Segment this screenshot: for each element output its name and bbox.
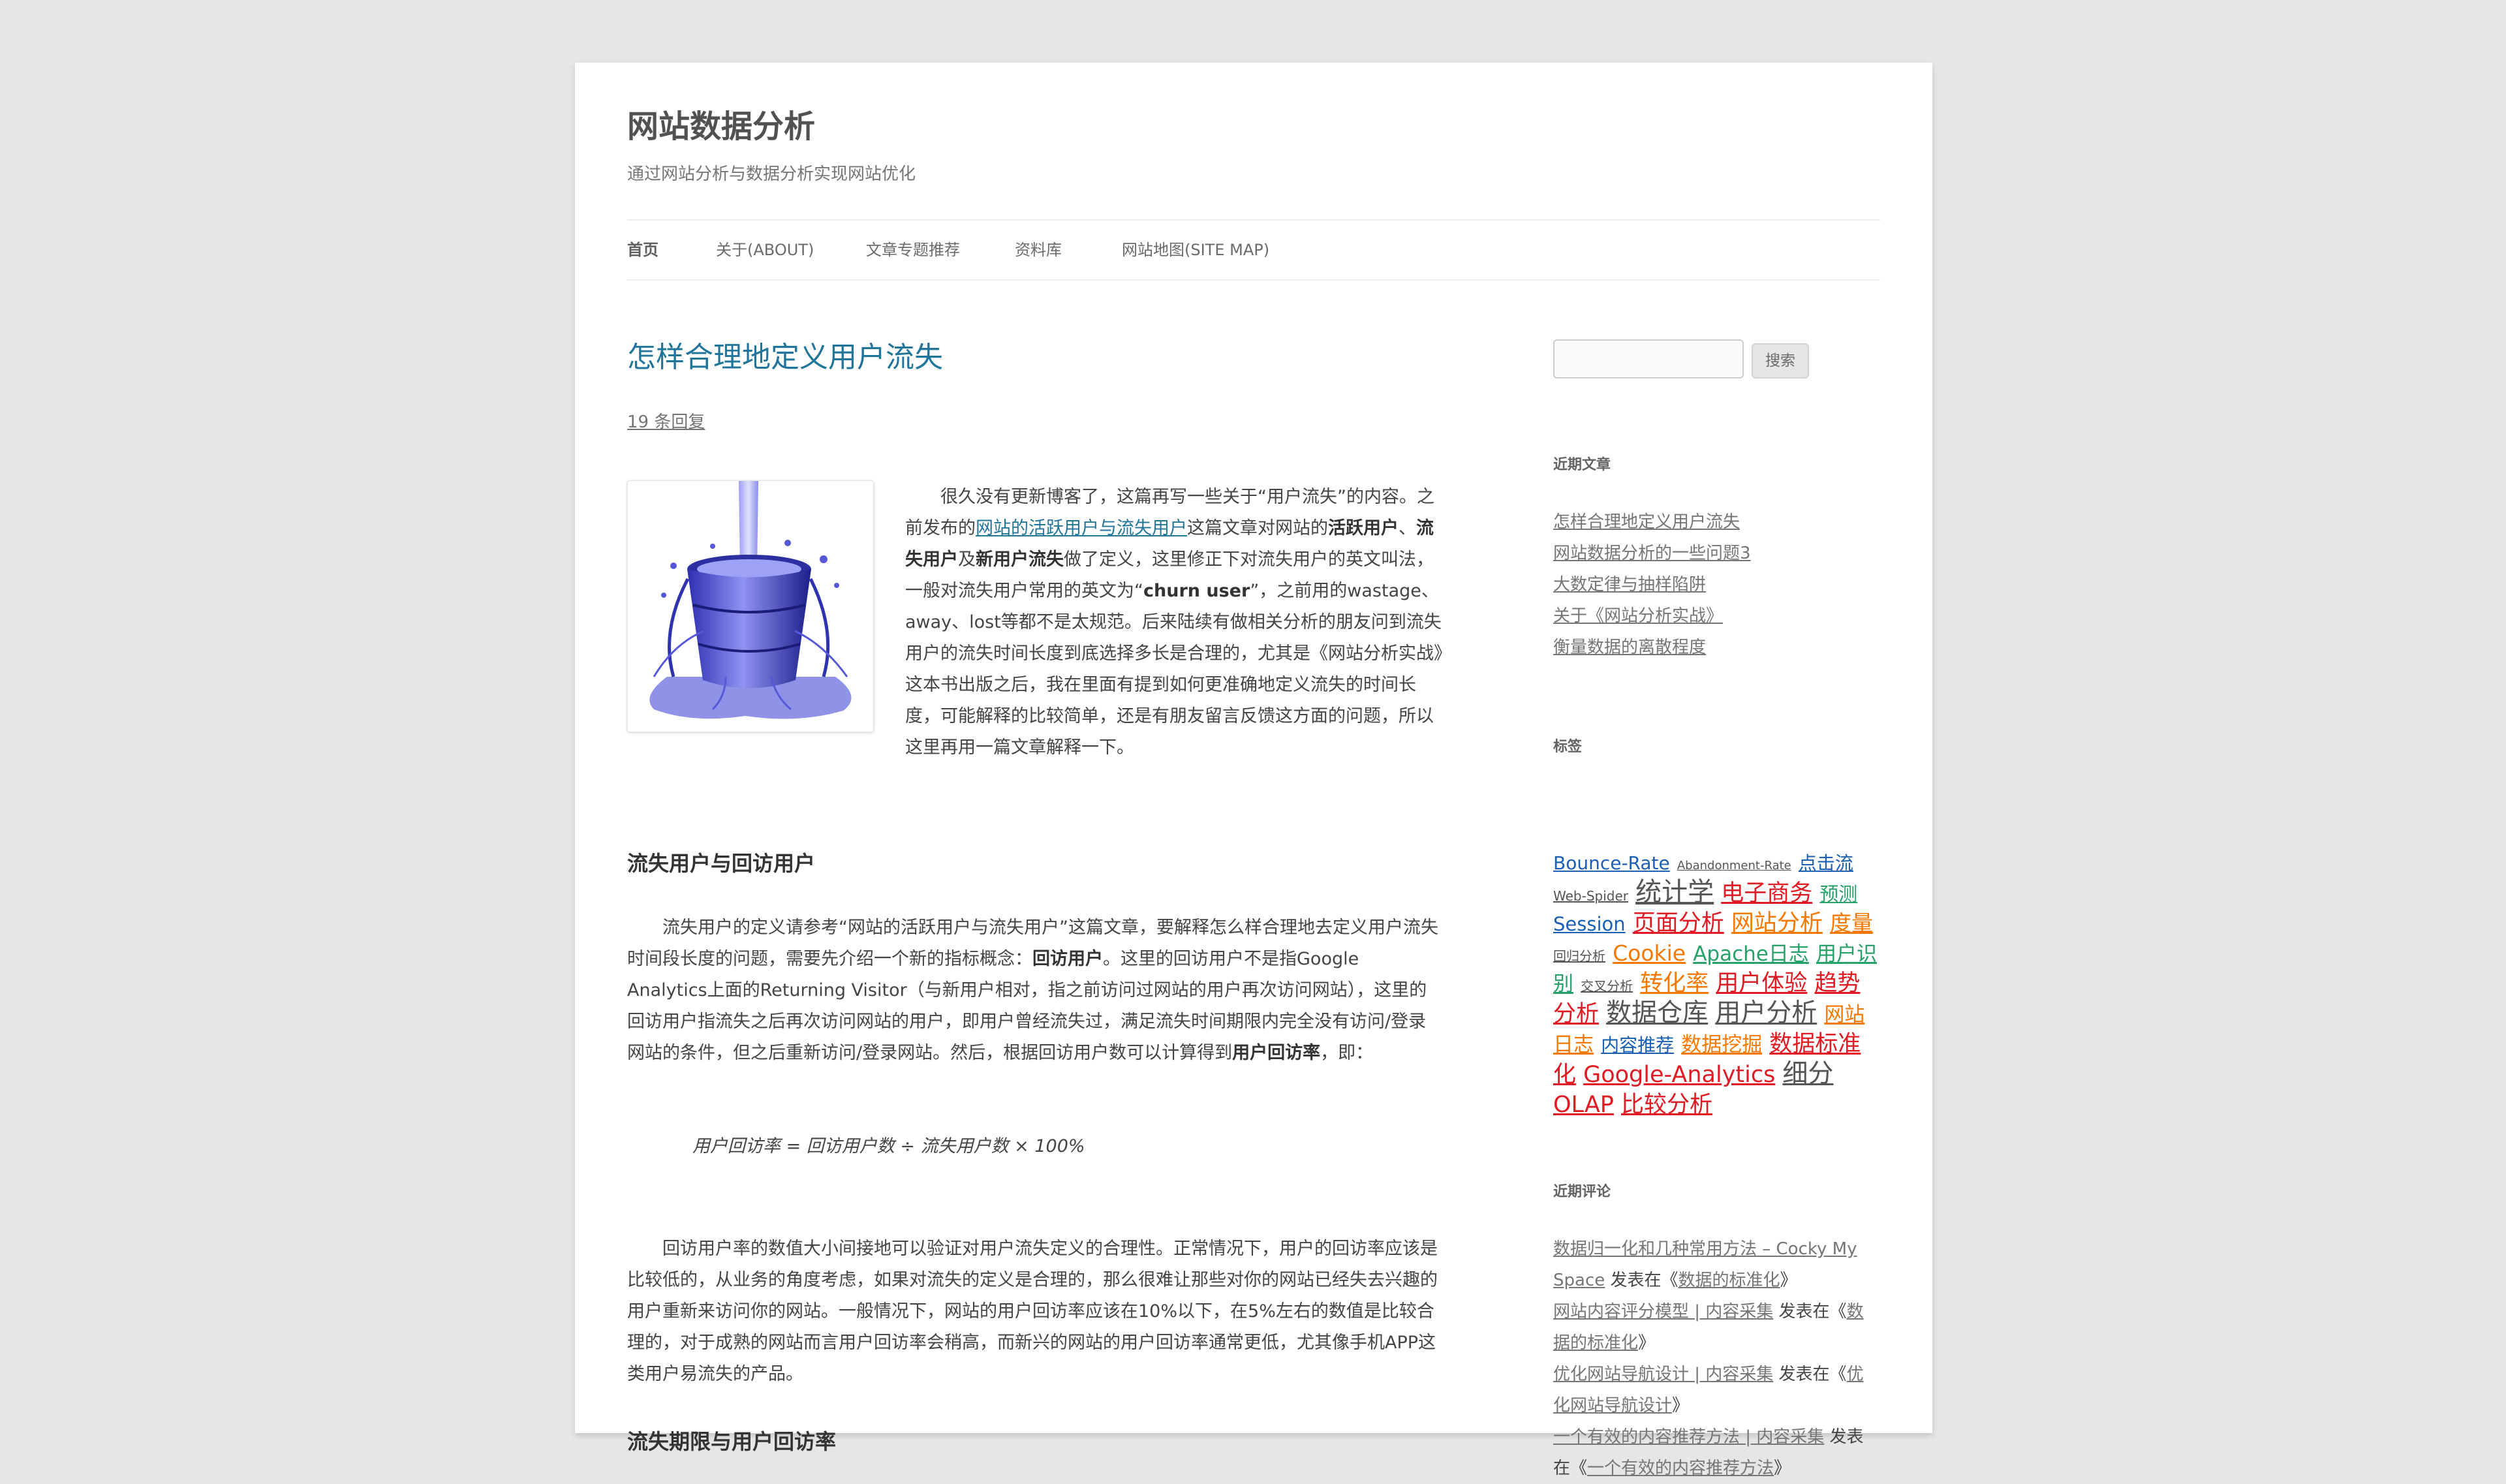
tag-link[interactable]: Web-Spider bbox=[1553, 888, 1628, 904]
active-vs-churned-users-link[interactable]: 网站的活跃用户与流失用户 bbox=[976, 518, 1187, 538]
tag-link[interactable]: 电子商务 bbox=[1721, 880, 1812, 906]
recent-comments-title: 近期评论 bbox=[1553, 1184, 1611, 1200]
tag-link[interactable]: 用户体验 bbox=[1716, 970, 1807, 997]
return-rate-paragraph: 回访用户率的数值大小间接地可以验证对用户流失定义的合理性。正常情况下，用户的回访… bbox=[627, 1239, 1438, 1384]
tag-link[interactable]: 用户分析 bbox=[1715, 998, 1817, 1028]
recent-post-link[interactable]: 衡量数据的离散程度 bbox=[1553, 638, 1706, 657]
comment-author-link[interactable]: 优化网站导航设计 | 内容采集 bbox=[1553, 1365, 1773, 1384]
tag-link[interactable]: Apache日志 bbox=[1693, 942, 1809, 966]
section-heading-returning: 流失用户与回访用户 bbox=[627, 851, 816, 876]
tag-link[interactable]: Abandonment-Rate bbox=[1677, 859, 1791, 873]
leaking-bucket-image bbox=[649, 481, 852, 719]
tag-link[interactable]: 比较分析 bbox=[1621, 1092, 1712, 1118]
tag-link[interactable]: 回归分析 bbox=[1553, 948, 1605, 964]
search-input[interactable] bbox=[1553, 339, 1744, 379]
nav-item-library[interactable]: 资料库 bbox=[1015, 221, 1062, 279]
list-item: 网站数据分析的一些问题3 bbox=[1553, 538, 1751, 569]
list-item: 一个有效的内容推荐方法 | 内容采集 发表在《一个有效的内容推荐方法》 bbox=[1553, 1427, 1864, 1478]
list-item: 衡量数据的离散程度 bbox=[1553, 632, 1751, 663]
tag-link[interactable]: 细分 bbox=[1782, 1059, 1833, 1089]
tag-link[interactable]: 转化率 bbox=[1640, 970, 1709, 997]
tag-link[interactable]: Bounce-Rate bbox=[1553, 852, 1670, 874]
intro-paragraph: 很久没有更新博客了，这篇再写一些关于“用户流失”的内容。之前发布的网站的活跃用户… bbox=[905, 487, 1443, 758]
list-item: 怎样合理地定义用户流失 bbox=[1553, 506, 1751, 538]
main-navigation: 首页 关于(ABOUT) 文章专题推荐 资料库 网站地图(SITE MAP) bbox=[627, 219, 1880, 281]
nav-item-about[interactable]: 关于(ABOUT) bbox=[716, 221, 814, 279]
tag-link[interactable]: 点击流 bbox=[1799, 852, 1853, 874]
recent-posts-title: 近期文章 bbox=[1553, 457, 1611, 473]
search-button[interactable]: 搜索 bbox=[1752, 343, 1809, 379]
page-container: 网站数据分析 通过网站分析与数据分析实现网站优化 首页 关于(ABOUT) 文章… bbox=[575, 63, 1932, 1478]
tag-link[interactable]: 内容推荐 bbox=[1601, 1034, 1674, 1056]
tag-link[interactable]: Cookie bbox=[1613, 940, 1686, 966]
list-item: 网站内容评分模型 | 内容采集 发表在《数据的标准化》 bbox=[1553, 1302, 1864, 1353]
recent-post-link[interactable]: 网站数据分析的一些问题3 bbox=[1553, 544, 1751, 563]
recent-post-link[interactable]: 怎样合理地定义用户流失 bbox=[1553, 512, 1740, 532]
recent-post-link[interactable]: 大数定律与抽样陷阱 bbox=[1553, 575, 1706, 595]
comments-count-link[interactable]: 19 条回复 bbox=[627, 409, 705, 433]
tag-link[interactable]: 统计学 bbox=[1635, 877, 1714, 907]
comment-post-link[interactable]: 数据的标准化 bbox=[1678, 1271, 1780, 1290]
tag-link[interactable]: 页面分析 bbox=[1633, 910, 1724, 936]
section-heading-period: 流失期限与用户回访率 bbox=[627, 1429, 837, 1454]
bucket-illustration bbox=[627, 480, 874, 732]
comment-author-link[interactable]: 一个有效的内容推荐方法 | 内容采集 bbox=[1553, 1427, 1824, 1447]
tag-link[interactable]: 预测 bbox=[1819, 883, 1857, 905]
tag-link[interactable]: 数据挖掘 bbox=[1681, 1033, 1762, 1057]
tag-cloud: Bounce-Rate Abandonment-Rate 点击流 Web-Spi… bbox=[1553, 850, 1880, 1122]
tag-link[interactable]: 交叉分析 bbox=[1581, 978, 1633, 994]
return-rate-formula: 用户回访率 = 回访用户数 ÷ 流失用户数 × 100% bbox=[692, 1136, 1085, 1156]
list-item: 优化网站导航设计 | 内容采集 发表在《优化网站导航设计》 bbox=[1553, 1365, 1864, 1415]
tags-title: 标签 bbox=[1553, 739, 1583, 755]
post-title[interactable]: 怎样合理地定义用户流失 bbox=[627, 337, 1443, 379]
list-item: 大数定律与抽样陷阱 bbox=[1553, 569, 1751, 600]
tag-link[interactable]: 网站分析 bbox=[1731, 910, 1823, 936]
tag-link[interactable]: 数据仓库 bbox=[1606, 998, 1708, 1028]
recent-comments-list: 数据归一化和几种常用方法 – Cocky My Space 发表在《数据的标准化… bbox=[1553, 1233, 1873, 1484]
tag-link[interactable]: OLAP bbox=[1553, 1092, 1614, 1118]
nav-item-topics[interactable]: 文章专题推荐 bbox=[866, 221, 960, 279]
list-item: 数据归一化和几种常用方法 – Cocky My Space 发表在《数据的标准化… bbox=[1553, 1239, 1857, 1290]
tag-link[interactable]: Google-Analytics bbox=[1583, 1062, 1775, 1088]
article: 怎样合理地定义用户流失 19 条回复 很久没有更新博客了，这篇再写一些关于“用户… bbox=[627, 337, 1443, 1454]
site-title[interactable]: 网站数据分析 bbox=[627, 100, 815, 146]
returning-users-paragraph: 流失用户的定义请参考“网站的活跃用户与流失用户”这篇文章，要解释怎么样合理地去定… bbox=[627, 918, 1438, 1063]
tag-link[interactable]: Session bbox=[1553, 913, 1626, 935]
comment-post-link[interactable]: 一个有效的内容推荐方法 bbox=[1587, 1459, 1774, 1478]
recent-post-link[interactable]: 关于《网站分析实战》 bbox=[1553, 606, 1723, 626]
recent-posts-list: 怎样合理地定义用户流失 网站数据分析的一些问题3 大数定律与抽样陷阱 关于《网站… bbox=[1553, 506, 1751, 663]
nav-item-sitemap[interactable]: 网站地图(SITE MAP) bbox=[1122, 221, 1269, 279]
tag-link[interactable]: 度量 bbox=[1830, 910, 1873, 936]
site-description: 通过网站分析与数据分析实现网站优化 bbox=[627, 164, 916, 184]
list-item: 关于《网站分析实战》 bbox=[1553, 600, 1751, 632]
comment-author-link[interactable]: 网站内容评分模型 | 内容采集 bbox=[1553, 1302, 1773, 1322]
nav-item-home[interactable]: 首页 bbox=[627, 221, 658, 279]
